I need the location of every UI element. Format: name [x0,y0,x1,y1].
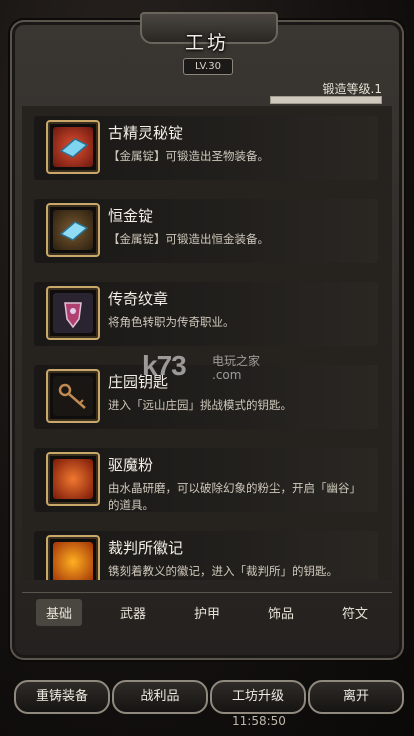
watermark-logo: k73 [142,350,187,381]
list-item[interactable]: 裁判所徽记 镌刻着教义的徽记，进入「裁判所」的钥匙。 [34,531,378,580]
item-name: 裁判所徽记 [108,539,184,557]
item-icon-frame [46,369,100,423]
crest-icon [53,293,93,333]
list-item[interactable]: 古精灵秘锭 【金属锭】可锻造出圣物装备。 [34,116,378,180]
item-description: 【金属锭】可锻造出圣物装备。 [108,149,269,163]
forge-level-label: 锻造等级.1 [322,82,382,96]
item-description: 将角色转职为传奇职业。 [108,315,235,329]
tab-weapon[interactable]: 武器 [110,599,156,626]
item-icon-frame [46,120,100,174]
item-name: 传奇纹章 [108,290,169,308]
ingot-icon [53,127,93,167]
item-icon-frame [46,203,100,257]
item-icon-frame [46,535,100,580]
item-description: 【金属锭】可锻造出恒金装备。 [108,232,269,246]
status-clock: 11:58:50 [232,714,286,728]
item-name: 驱魔粉 [108,456,154,474]
workshop-upgrade-button[interactable]: 工坊升级 [210,680,306,714]
tab-basic[interactable]: 基础 [35,598,82,626]
page-title: 工坊 [184,32,229,54]
list-item[interactable]: 传奇纹章 将角色转职为传奇职业。 [34,282,378,346]
leave-button[interactable]: 离开 [308,680,404,714]
bottom-action-bar: 重铸装备 战利品 工坊升级 离开 [0,676,414,736]
key-icon [53,376,93,416]
item-name: 恒金锭 [108,207,154,225]
watermark-site: 电玩之家 [212,354,261,368]
category-tabs: 基础 武器 护甲 饰品 符文 [22,592,392,631]
loot-button[interactable]: 战利品 [112,680,208,714]
tab-accessory[interactable]: 饰品 [258,599,304,626]
list-item[interactable]: 驱魔粉 由水晶研磨，可以破除幻象的粉尘，开启「幽谷」的道具。 [34,448,378,512]
forge-progress-fill [271,97,381,103]
watermark-domain: .com [212,368,242,382]
item-list[interactable]: 古精灵秘锭 【金属锭】可锻造出圣物装备。 恒金锭 【金属锭】可锻造出恒金装备。 … [22,106,392,580]
tab-rune[interactable]: 符文 [332,599,378,626]
powder-icon [53,459,93,499]
item-icon-frame [46,452,100,506]
item-description: 镌刻着教义的徽记，进入「裁判所」的钥匙。 [108,564,338,578]
item-icon-frame [46,286,100,340]
tab-armor[interactable]: 护甲 [184,599,230,626]
ingot-icon [53,210,93,250]
forge-progress-bar [270,96,382,104]
list-item[interactable]: 庄园钥匙 进入「远山庄园」挑战模式的钥匙。 [34,365,378,429]
item-description: 由水晶研磨，可以破除幻象的粉尘，开启「幽谷」的道具。 [108,481,361,512]
item-name: 古精灵秘锭 [108,124,184,142]
list-item[interactable]: 恒金锭 【金属锭】可锻造出恒金装备。 [34,199,378,263]
level-badge: LV.30 [183,58,233,75]
item-description: 进入「远山庄园」挑战模式的钥匙。 [108,398,292,412]
emblem-icon [53,542,93,580]
reforge-button[interactable]: 重铸装备 [14,680,110,714]
